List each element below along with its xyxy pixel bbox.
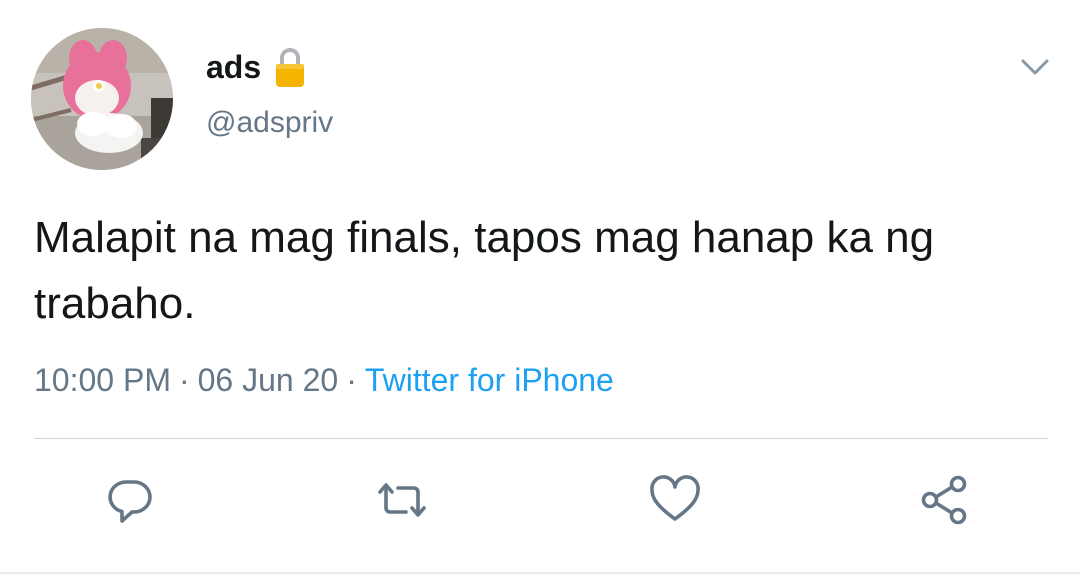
heart-icon bbox=[650, 475, 700, 521]
cartoon-avatar-image bbox=[31, 28, 173, 170]
share-button[interactable] bbox=[917, 472, 973, 528]
tweet-meta: 10:00 PM · 06 Jun 20 · Twitter for iPhone bbox=[34, 362, 614, 399]
avatar[interactable] bbox=[31, 28, 173, 170]
meta-separator: · bbox=[346, 362, 357, 398]
tweet-date: 06 Jun 20 bbox=[197, 362, 339, 398]
retweet-button[interactable] bbox=[374, 472, 430, 528]
tweet-source-link[interactable]: Twitter for iPhone bbox=[365, 362, 614, 398]
like-button[interactable] bbox=[647, 472, 703, 528]
reply-icon bbox=[108, 480, 152, 523]
meta-separator: · bbox=[178, 362, 190, 398]
user-handle[interactable]: @adspriv bbox=[206, 106, 333, 140]
tweet-card: ads @adspriv Malapit na mag finals, tapo… bbox=[0, 0, 1080, 579]
chevron-down-icon[interactable] bbox=[1018, 52, 1052, 82]
tweet-text: Malapit na mag finals, tapos mag hanap k… bbox=[34, 213, 935, 328]
lock-icon bbox=[273, 45, 307, 89]
tweet-time: 10:00 PM bbox=[34, 362, 171, 398]
share-icon bbox=[921, 475, 967, 525]
display-name[interactable]: ads bbox=[206, 49, 261, 86]
reply-button[interactable] bbox=[102, 472, 158, 528]
display-name-row: ads bbox=[206, 44, 307, 90]
divider bbox=[34, 438, 1048, 439]
retweet-icon bbox=[378, 483, 426, 517]
bottom-border bbox=[0, 572, 1080, 574]
